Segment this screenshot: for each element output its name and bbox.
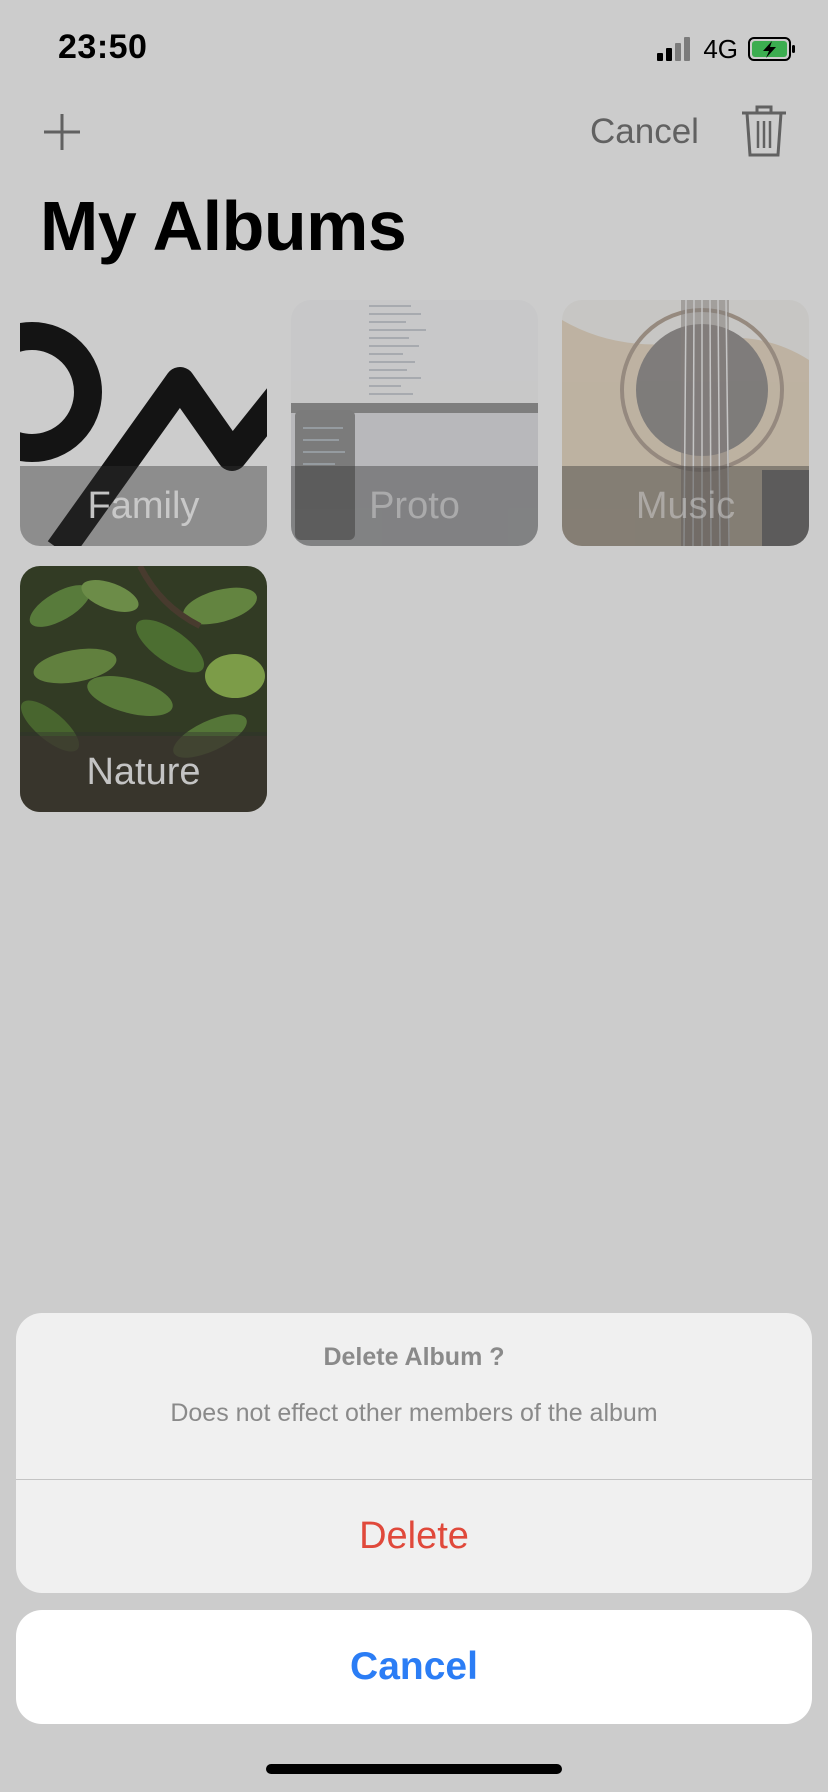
delete-album-action-sheet: Delete Album ? Does not effect other mem… bbox=[16, 1313, 812, 1593]
home-indicator bbox=[266, 1764, 562, 1774]
action-sheet-cancel-button[interactable]: Cancel bbox=[16, 1610, 812, 1724]
delete-button[interactable]: Delete bbox=[16, 1480, 812, 1593]
action-sheet-title: Delete Album ? bbox=[323, 1343, 505, 1371]
action-sheet-message: Does not effect other members of the alb… bbox=[170, 1399, 658, 1427]
